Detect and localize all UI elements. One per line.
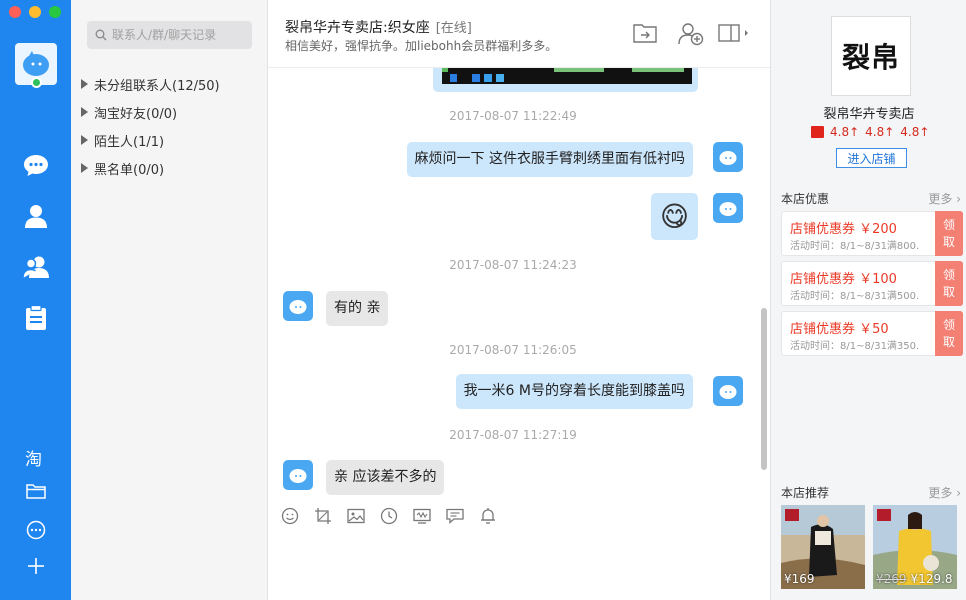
contacts-panel: 未分组联系人(12/50) 淘宝好友(0/0) 陌生人(1/1) 黑名单(0/0… <box>71 0 268 600</box>
expand-caret-icon <box>81 107 88 117</box>
claim-coupon-button[interactable]: 领取 <box>935 311 963 356</box>
recommend-header: 本店推荐 更多 › <box>781 484 961 501</box>
message-timestamp: 2017-08-07 11:27:19 <box>449 428 577 442</box>
claim-coupon-button[interactable]: 领取 <box>935 211 963 256</box>
expand-caret-icon <box>81 79 88 89</box>
quick-reply-icon[interactable] <box>445 506 464 525</box>
coupon-card[interactable]: 店铺优惠券 ￥100 活动时间：8/1~8/31满500... 领取 <box>781 261 963 306</box>
shop-avatar[interactable] <box>283 460 313 490</box>
clipboard-icon[interactable] <box>22 304 50 332</box>
more-icon[interactable] <box>22 516 50 544</box>
more-coupons-link[interactable]: 更多 › <box>928 190 961 207</box>
coupon-card[interactable]: 店铺优惠券 ￥200 活动时间：8/1~8/31满800... 领取 <box>781 211 963 256</box>
search-input[interactable] <box>112 28 247 42</box>
rating-description: 4.8↑ <box>830 125 860 139</box>
emoji-picker-icon[interactable] <box>280 506 299 525</box>
product-price: ¥269 ¥129.8 <box>876 572 953 586</box>
contact-group[interactable]: 未分组联系人(12/50) <box>81 70 220 98</box>
bell-reminder-icon[interactable] <box>478 506 497 525</box>
add-icon[interactable] <box>22 552 50 580</box>
message-timestamp: 2017-08-07 11:22:49 <box>449 109 577 123</box>
search-icon <box>95 29 107 41</box>
window-controls <box>9 6 61 18</box>
shop-logo[interactable]: 裂帛 <box>831 16 911 96</box>
shake-window-icon[interactable] <box>412 506 431 525</box>
product-price: ¥169 <box>784 572 815 586</box>
expand-caret-icon <box>81 163 88 173</box>
contact-group[interactable]: 陌生人(1/1) <box>81 126 220 154</box>
online-status-icon <box>31 77 42 88</box>
more-products-link[interactable]: 更多 › <box>928 484 961 501</box>
image-message[interactable] <box>433 68 698 92</box>
shop-panel: 裂帛 裂帛华卉专卖店 4.8↑ 4.8↑ 4.8↑ 进入店铺 本店优惠 更多 ›… <box>770 0 966 600</box>
history-clock-icon[interactable] <box>379 506 398 525</box>
contact-signature: 相信美好，强悍抗争。加liebohh会员群福利多多。 <box>285 39 558 53</box>
enter-shop-button[interactable]: 进入店铺 <box>836 148 907 168</box>
message-image[interactable] <box>442 68 692 84</box>
taobao-icon[interactable]: 淘 <box>25 445 42 470</box>
image-icon[interactable] <box>346 506 365 525</box>
search-box[interactable] <box>87 21 252 49</box>
my-avatar[interactable] <box>713 376 743 406</box>
left-rail: 淘 <box>0 0 71 600</box>
shop-ratings: 4.8↑ 4.8↑ 4.8↑ <box>811 125 929 139</box>
message-timestamp: 2017-08-07 11:24:23 <box>449 258 577 272</box>
contact-group[interactable]: 淘宝好友(0/0) <box>81 98 220 126</box>
rating-badge-icon <box>811 126 824 138</box>
my-avatar[interactable] <box>713 142 743 172</box>
send-file-icon[interactable] <box>632 22 658 46</box>
zoom-window-button[interactable] <box>49 6 61 18</box>
message-timestamp: 2017-08-07 11:26:05 <box>449 343 577 357</box>
recommend-title: 本店推荐 <box>781 486 830 500</box>
message-scrollbar[interactable] <box>761 308 767 470</box>
shop-name: 裂帛华卉专卖店 <box>823 107 915 122</box>
contact-groups: 未分组联系人(12/50) 淘宝好友(0/0) 陌生人(1/1) 黑名单(0/0… <box>81 70 220 182</box>
input-toolbar <box>280 506 497 525</box>
product-card[interactable]: ¥169 <box>781 505 865 589</box>
emoji-message[interactable]: 😋 <box>651 193 698 240</box>
claim-coupon-button[interactable]: 领取 <box>935 261 963 306</box>
shop-avatar[interactable] <box>283 291 313 321</box>
product-card[interactable]: ¥269 ¥129.8 <box>873 505 957 589</box>
toggle-sidebar-icon[interactable] <box>718 22 752 46</box>
expand-caret-icon <box>81 135 88 145</box>
rating-logistics: 4.8↑ <box>900 125 930 139</box>
chat-icon[interactable] <box>22 151 50 179</box>
close-window-button[interactable] <box>9 6 21 18</box>
group-icon[interactable] <box>22 253 50 281</box>
message-list[interactable]: 2017-08-07 11:22:49 麻烦问一下 这件衣服手臂刺绣里面有低衬吗… <box>268 68 770 498</box>
coupons-title: 本店优惠 <box>781 192 830 206</box>
sent-message[interactable]: 我一米6 M号的穿着长度能到膝盖吗 <box>455 374 693 409</box>
original-price: ¥269 <box>876 572 907 586</box>
my-avatar[interactable] <box>713 193 743 223</box>
received-message[interactable]: 亲 应该差不多的 <box>326 460 445 495</box>
chat-title: 裂帛华卉专卖店:织女座 [在线] <box>285 20 472 36</box>
contact-icon[interactable] <box>22 202 50 230</box>
sent-message[interactable]: 麻烦问一下 这件衣服手臂刺绣里面有低衬吗 <box>406 142 693 177</box>
emoji-icon: 😋 <box>659 200 690 233</box>
online-status: [在线] <box>435 21 472 36</box>
folder-icon[interactable] <box>22 477 50 505</box>
received-message[interactable]: 有的 亲 <box>326 291 389 326</box>
chat-header: 裂帛华卉专卖店:织女座 [在线] 相信美好，强悍抗争。加liebohh会员群福利多… <box>268 0 770 68</box>
chat-window: 裂帛华卉专卖店:织女座 [在线] 相信美好，强悍抗争。加liebohh会员群福利多… <box>268 0 770 600</box>
add-contact-icon[interactable] <box>678 22 704 46</box>
screenshot-crop-icon[interactable] <box>313 506 332 525</box>
rating-service: 4.8↑ <box>865 125 895 139</box>
coupon-card[interactable]: 店铺优惠券 ￥50 活动时间：8/1~8/31满350... 领取 <box>781 311 963 356</box>
coupons-header: 本店优惠 更多 › <box>781 190 961 207</box>
minimize-window-button[interactable] <box>29 6 41 18</box>
contact-group[interactable]: 黑名单(0/0) <box>81 154 220 182</box>
